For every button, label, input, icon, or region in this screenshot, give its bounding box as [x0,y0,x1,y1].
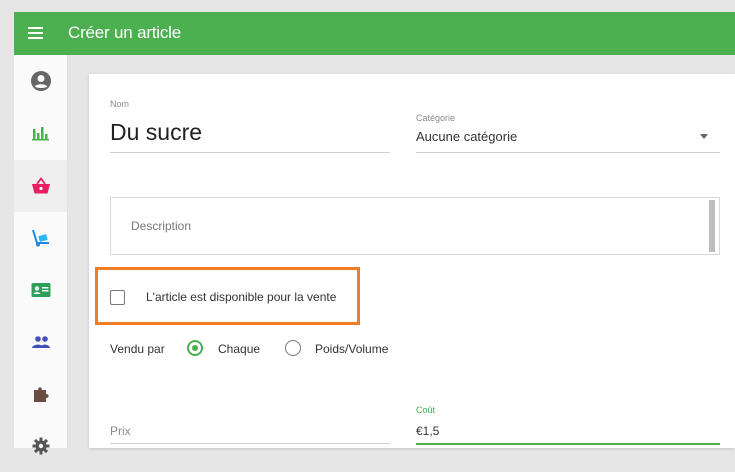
description-placeholder: Description [131,219,192,233]
account-icon [30,71,51,91]
category-field-underline [416,152,720,153]
sidebar-item-reports[interactable] [14,107,67,159]
sidebar-item-integrations[interactable] [14,368,67,420]
sidebar-item-customers[interactable] [14,264,67,316]
cost-field-label: Coût [416,405,436,415]
id-card-icon [31,283,50,297]
cost-field-underline [416,443,720,445]
sidebar-item-items[interactable] [14,160,67,212]
sidebar-item-account[interactable] [14,55,67,107]
available-for-sale-label[interactable]: L'article est disponible pour la vente [146,290,336,304]
basket-icon [31,177,50,194]
sidebar-item-settings[interactable] [14,420,67,472]
sidebar-item-employees[interactable] [14,316,67,368]
sold-by-each-radio[interactable] [187,340,203,356]
cost-field[interactable]: €1,5 [416,424,439,438]
hand-truck-icon [31,229,49,247]
sold-by-each-label[interactable]: Chaque [218,342,260,356]
category-select[interactable]: Aucune catégorie [416,129,517,144]
price-field-underline [110,443,390,444]
sold-by-weight-label[interactable]: Poids/Volume [315,342,388,356]
name-field-underline [110,152,390,153]
page-title: Créer un article [68,23,182,42]
puzzle-icon [33,387,49,402]
app-bar: Créer un article [14,12,735,55]
dropdown-arrow-icon[interactable] [700,134,708,139]
sidebar [14,55,68,455]
people-icon [31,336,50,348]
description-field[interactable]: Description [110,197,720,255]
category-field-label: Catégorie [416,113,456,123]
name-field-label: Nom [110,99,130,109]
sold-by-weight-radio[interactable] [285,340,301,356]
description-scrollbar[interactable] [709,200,715,252]
price-field[interactable]: Prix [110,424,131,438]
sold-by-label: Vendu par [110,342,165,356]
available-for-sale-checkbox[interactable] [110,290,125,305]
gear-icon [32,437,49,455]
name-field[interactable]: Du sucre [110,119,202,146]
sidebar-item-inventory[interactable] [14,212,67,264]
bar-chart-icon [31,127,49,141]
hamburger-menu-icon[interactable] [28,27,43,39]
